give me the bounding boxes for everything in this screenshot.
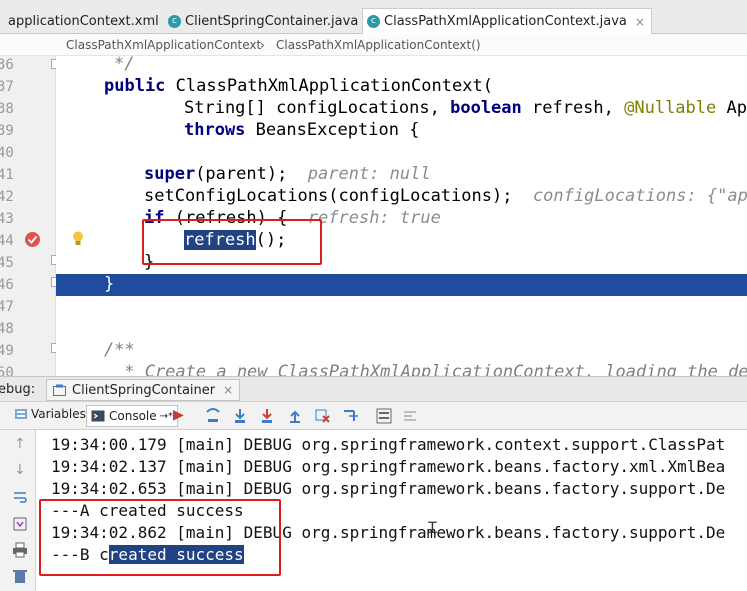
evaluate-expression-icon[interactable] (376, 408, 392, 424)
inline-debug-value: parent: null (307, 164, 431, 184)
down-arrow-icon[interactable]: ↓ (14, 462, 26, 478)
code-line: throws BeansException { (184, 120, 420, 140)
tab-classpath-xml-application-context[interactable]: c ClassPathXmlApplicationContext.java × (362, 8, 652, 34)
code-line: } (104, 274, 115, 294)
debug-session-tab[interactable]: ClientSpringContainer × (46, 379, 241, 401)
variables-icon (15, 409, 27, 419)
editor-tab-bar: applicationContext.xml × c ClientSpringC… (0, 0, 747, 34)
line-number: 36 (0, 57, 14, 73)
inline-debug-value: configLocations: {"appl (532, 186, 747, 206)
trace-current-stream-icon[interactable] (402, 408, 418, 424)
clear-all-icon[interactable] (12, 568, 28, 584)
line-number: 41 (0, 167, 14, 183)
line-number: 43 (0, 211, 14, 227)
force-step-into-icon[interactable] (259, 408, 275, 424)
breadcrumb: ClassPathXmlApplicationContext › ClassPa… (0, 34, 747, 56)
console-line: 19:34:02.653 [main] DEBUG org.springfram… (51, 479, 726, 498)
tab-application-context-xml[interactable]: applicationContext.xml × (0, 8, 177, 34)
line-number: 42 (0, 189, 14, 205)
debug-label: ebug: (0, 382, 36, 397)
line-number: 46 (0, 277, 14, 293)
console-side-toolbar: ↑ ↓ (0, 430, 36, 591)
code-line: public ClassPathXmlApplicationContext( (104, 76, 493, 96)
line-number: 45 (0, 255, 14, 271)
line-number: 37 (0, 79, 14, 95)
highlight-box (142, 219, 322, 265)
tab-client-spring-container[interactable]: c ClientSpringContainer.java × (164, 8, 376, 34)
debug-tool-window-header: ebug: ClientSpringContainer × (0, 376, 747, 402)
line-number: 38 (0, 101, 14, 117)
lightbulb-icon[interactable] (71, 230, 85, 248)
soft-wrap-icon[interactable] (12, 490, 28, 506)
code-line: */ (114, 56, 135, 74)
show-execution-point-icon[interactable]: ▶ (173, 407, 184, 423)
console-icon (91, 410, 105, 422)
code-line: String[] configLocations, boolean refres… (184, 98, 747, 118)
debug-toolbar: Variables Console →* ▶ (0, 402, 747, 430)
java-class-icon: c (168, 14, 181, 28)
run-to-cursor-icon[interactable] (343, 408, 359, 424)
line-number: 48 (0, 321, 14, 337)
console-line: 19:34:00.179 [main] DEBUG org.springfram… (51, 435, 726, 454)
up-arrow-icon[interactable]: ↑ (14, 436, 26, 452)
tab-label: ClientSpringContainer.java (185, 13, 359, 29)
breadcrumb-class[interactable]: ClassPathXmlApplicationContext (66, 38, 261, 52)
drop-frame-icon[interactable] (315, 408, 331, 424)
execution-line-highlight (56, 274, 747, 296)
line-number: 40 (0, 145, 14, 161)
code-line: super(parent); parent: null (144, 164, 431, 184)
line-number: 44 (0, 233, 14, 249)
debug-session-label: ClientSpringContainer (72, 382, 216, 398)
close-icon[interactable]: × (635, 15, 645, 29)
text-cursor-icon: Ɪ (428, 518, 437, 537)
breakpoint-icon[interactable] (24, 231, 41, 248)
tab-console[interactable]: Console →* (86, 405, 179, 427)
run-config-icon (53, 384, 66, 396)
java-class-icon: c (367, 15, 380, 28)
step-into-icon[interactable] (232, 408, 248, 424)
code-line: * Create a new ClassPathXmlApplicationCo… (114, 362, 747, 376)
step-over-icon[interactable] (205, 408, 221, 424)
breadcrumb-separator: › (260, 38, 265, 52)
breadcrumb-method[interactable]: ClassPathXmlApplicationContext() (276, 38, 481, 52)
scroll-to-end-icon[interactable] (12, 516, 28, 532)
line-number: 39 (0, 123, 14, 139)
tab-variables[interactable]: Variables (14, 407, 86, 421)
inline-debug-value: refresh: true (307, 208, 441, 228)
close-icon[interactable]: × (223, 383, 233, 397)
tab-label: ClassPathXmlApplicationContext.java (384, 14, 627, 29)
step-out-icon[interactable] (287, 408, 303, 424)
code-line: setConfigLocations(configLocations); con… (144, 186, 747, 206)
line-number: 47 (0, 299, 14, 315)
print-icon[interactable] (12, 542, 28, 558)
tab-label: applicationContext.xml (8, 13, 159, 29)
highlight-box (39, 499, 281, 576)
console-line: 19:34:02.137 [main] DEBUG org.springfram… (51, 457, 726, 476)
code-line: /** (104, 340, 135, 360)
code-editor[interactable]: */ public ClassPathXmlApplicationContext… (56, 56, 747, 376)
line-number-gutter: 36 37 38 39 40 41 42 43 44 45 46 47 48 4… (0, 56, 56, 381)
line-number: 49 (0, 343, 14, 359)
